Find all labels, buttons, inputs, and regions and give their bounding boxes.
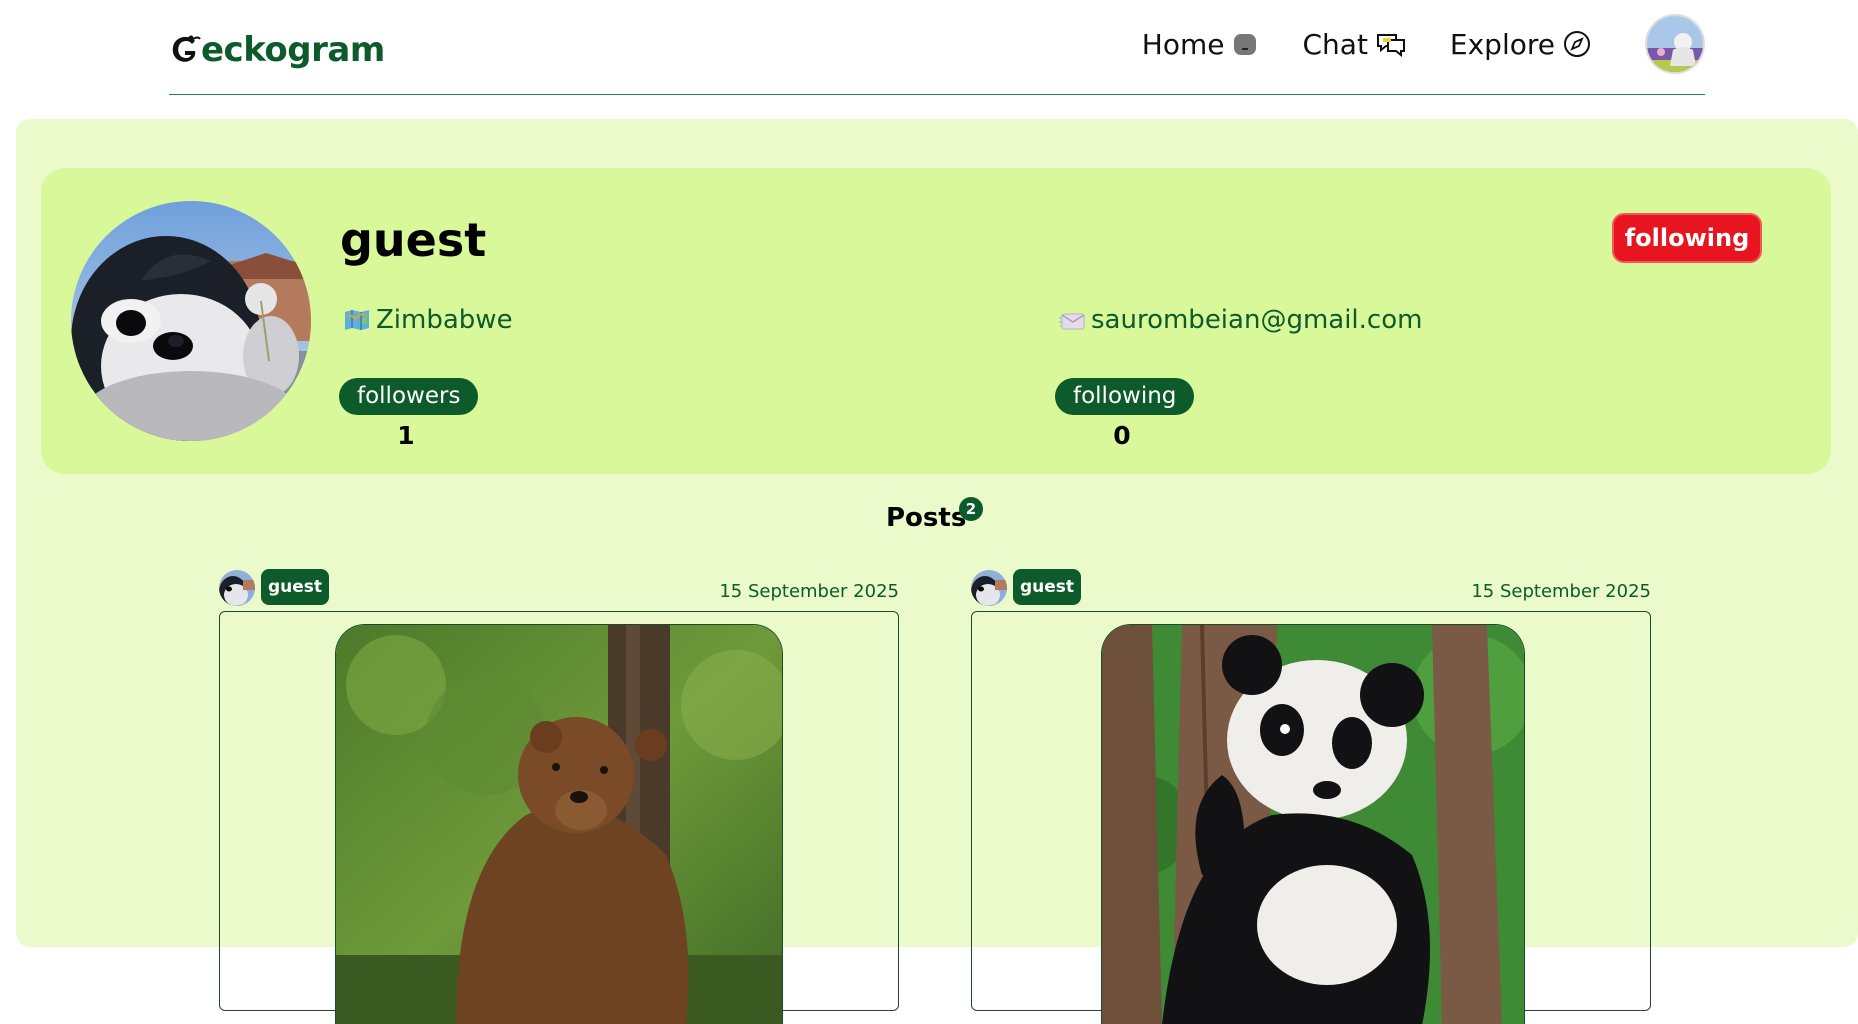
envelope-icon xyxy=(1059,309,1085,331)
posts-heading: Posts xyxy=(886,503,967,533)
post-author-name[interactable]: guest xyxy=(261,569,330,605)
post-frame xyxy=(971,611,1651,1024)
post-header: guest 15 September 2025 xyxy=(219,569,899,606)
followers-count: 1 xyxy=(397,421,415,450)
nav-chat[interactable]: Chat xyxy=(1302,28,1405,61)
app-logo[interactable]: eckogram xyxy=(169,30,385,70)
post-author-name[interactable]: guest xyxy=(1013,569,1082,605)
nav-chat-label: Chat xyxy=(1302,27,1368,61)
app-name: eckogram xyxy=(201,30,385,70)
post-card: guest 15 September 2025 xyxy=(219,569,899,1024)
nav-explore-label: Explore xyxy=(1449,27,1555,61)
nav-home[interactable]: Home xyxy=(1142,28,1259,61)
gecko-g-icon xyxy=(169,33,201,67)
followers-stat[interactable]: followers 1 xyxy=(339,378,479,450)
following-button[interactable]: following xyxy=(1612,213,1762,263)
home-icon xyxy=(1232,31,1258,57)
profile-country: Zimbabwe xyxy=(344,305,513,335)
posts-count-badge: 2 xyxy=(959,497,983,521)
post-image[interactable] xyxy=(335,624,783,1024)
post-image[interactable] xyxy=(1101,624,1525,1024)
user-avatar[interactable] xyxy=(1645,14,1705,74)
profile-card: guest following Zimbabwe saurombeian@gma… xyxy=(41,168,1831,474)
nav-home-label: Home xyxy=(1141,27,1225,61)
profile-page: guest following Zimbabwe saurombeian@gma… xyxy=(16,119,1858,1024)
profile-email: saurombeian@gmail.com xyxy=(1059,305,1422,335)
profile-username: guest xyxy=(340,213,487,267)
post-date: 15 September 2025 xyxy=(1471,581,1651,602)
post-frame xyxy=(219,611,899,1024)
map-icon xyxy=(344,309,370,331)
post-author-avatar[interactable] xyxy=(971,570,1007,606)
nav-explore[interactable]: Explore xyxy=(1450,28,1591,61)
following-count: 0 xyxy=(1113,421,1131,450)
post-header: guest 15 September 2025 xyxy=(971,569,1651,606)
following-stat[interactable]: following 0 xyxy=(1055,378,1195,450)
following-label: following xyxy=(1055,378,1195,415)
post-card: guest 15 September 2025 xyxy=(971,569,1651,1024)
country-text: Zimbabwe xyxy=(376,305,513,335)
chat-icon xyxy=(1376,31,1406,57)
profile-avatar xyxy=(71,201,311,441)
navbar: eckogram Home Chat Explore xyxy=(169,0,1705,95)
email-text: saurombeian@gmail.com xyxy=(1091,305,1423,335)
post-date: 15 September 2025 xyxy=(719,581,899,602)
nav-links: Home Chat Explore xyxy=(1142,14,1705,74)
followers-label: followers xyxy=(339,378,479,415)
compass-icon xyxy=(1563,30,1591,58)
post-author-avatar[interactable] xyxy=(219,570,255,606)
